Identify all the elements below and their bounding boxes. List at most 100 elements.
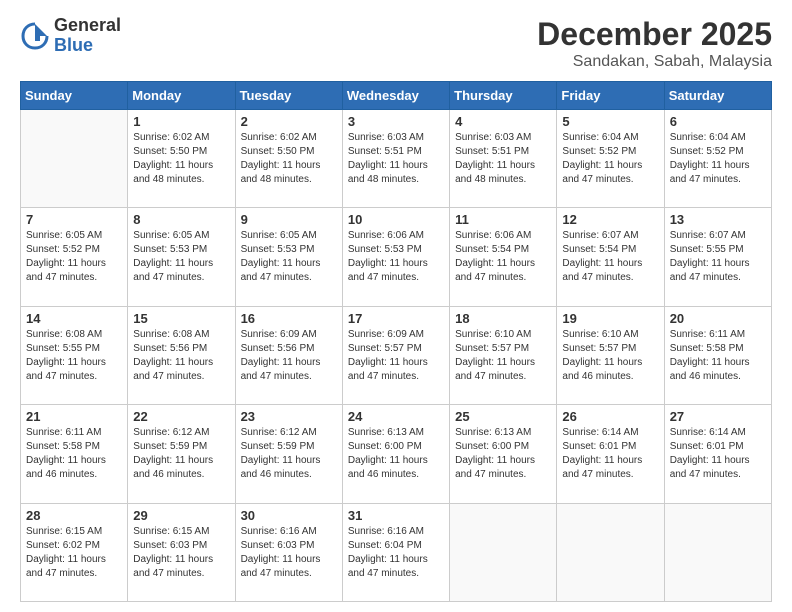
day-number: 5: [562, 114, 658, 129]
logo: General Blue: [20, 16, 121, 56]
calendar-cell: 10 Sunrise: 6:06 AM Sunset: 5:53 PM Dayli…: [342, 208, 449, 306]
calendar-cell: 11 Sunrise: 6:06 AM Sunset: 5:54 PM Dayli…: [450, 208, 557, 306]
calendar-cell: 17 Sunrise: 6:09 AM Sunset: 5:57 PM Dayli…: [342, 306, 449, 404]
calendar-cell: 22 Sunrise: 6:12 AM Sunset: 5:59 PM Dayli…: [128, 405, 235, 503]
day-header-sunday: Sunday: [21, 82, 128, 110]
logo-blue-text: Blue: [54, 36, 121, 56]
day-info: Sunrise: 6:13 AM Sunset: 6:00 PM Dayligh…: [455, 426, 551, 482]
calendar-cell: 26Sunrise: 6:14 AM Sunset: 6:01 PM Dayli…: [557, 405, 664, 503]
day-number: 3: [348, 114, 444, 129]
calendar-header-row: SundayMondayTuesdayWednesdayThursdayFrid…: [21, 82, 772, 110]
day-info: Sunrise: 6:02 AM Sunset: 5:50 PM Dayligh…: [133, 131, 229, 187]
calendar-cell: [557, 503, 664, 601]
day-info: Sunrise: 6:14 AM Sunset: 6:01 PM Dayligh…: [670, 426, 766, 482]
day-info: Sunrise: 6:04 AM Sunset: 5:52 PM Dayligh…: [562, 131, 658, 187]
day-number: 23: [241, 409, 337, 424]
day-info: Sunrise: 6:06 AM Sunset: 5:54 PM Dayligh…: [455, 229, 551, 285]
day-info: Sunrise: 6:14 AM Sunset: 6:01 PM Dayligh…: [562, 426, 658, 482]
calendar-cell: 28 Sunrise: 6:15 AM Sunset: 6:02 PM Dayli…: [21, 503, 128, 601]
calendar-cell: 12 Sunrise: 6:07 AM Sunset: 5:54 PM Dayli…: [557, 208, 664, 306]
day-number: 1: [133, 114, 229, 129]
day-number: 7: [26, 212, 122, 227]
day-info: Sunrise: 6:15 AM Sunset: 6:03 PM Dayligh…: [133, 525, 229, 581]
day-number: 19: [562, 311, 658, 326]
calendar-cell: 16 Sunrise: 6:09 AM Sunset: 5:56 PM Dayli…: [235, 306, 342, 404]
day-header-thursday: Thursday: [450, 82, 557, 110]
day-number: 27: [670, 409, 766, 424]
day-info: Sunrise: 6:10 AM Sunset: 5:57 PM Dayligh…: [455, 328, 551, 384]
calendar-cell: 5 Sunrise: 6:04 AM Sunset: 5:52 PM Daylig…: [557, 110, 664, 208]
calendar-cell: 18Sunrise: 6:10 AM Sunset: 5:57 PM Dayli…: [450, 306, 557, 404]
calendar-cell: 24 Sunrise: 6:13 AM Sunset: 6:00 PM Dayli…: [342, 405, 449, 503]
page-header: General Blue December 2025 Sandakan, Sab…: [20, 16, 772, 71]
calendar-cell: 9Sunrise: 6:05 AM Sunset: 5:53 PM Daylig…: [235, 208, 342, 306]
calendar-cell: 4 Sunrise: 6:03 AM Sunset: 5:51 PM Daylig…: [450, 110, 557, 208]
calendar-week-row: 1 Sunrise: 6:02 AM Sunset: 5:50 PM Daylig…: [21, 110, 772, 208]
calendar-cell: 31 Sunrise: 6:16 AM Sunset: 6:04 PM Dayli…: [342, 503, 449, 601]
calendar-cell: 21 Sunrise: 6:11 AM Sunset: 5:58 PM Dayli…: [21, 405, 128, 503]
day-info: Sunrise: 6:10 AM Sunset: 5:57 PM Dayligh…: [562, 328, 658, 384]
day-number: 24: [348, 409, 444, 424]
day-info: Sunrise: 6:05 AM Sunset: 5:53 PM Dayligh…: [133, 229, 229, 285]
day-info: Sunrise: 6:08 AM Sunset: 5:55 PM Dayligh…: [26, 328, 122, 384]
day-number: 16: [241, 311, 337, 326]
calendar-cell: 23Sunrise: 6:12 AM Sunset: 5:59 PM Dayli…: [235, 405, 342, 503]
day-number: 11: [455, 212, 551, 227]
day-number: 15: [133, 311, 229, 326]
day-info: Sunrise: 6:09 AM Sunset: 5:56 PM Dayligh…: [241, 328, 337, 384]
day-info: Sunrise: 6:13 AM Sunset: 6:00 PM Dayligh…: [348, 426, 444, 482]
day-number: 4: [455, 114, 551, 129]
calendar-cell: 13Sunrise: 6:07 AM Sunset: 5:55 PM Dayli…: [664, 208, 771, 306]
title-area: December 2025 Sandakan, Sabah, Malaysia: [537, 16, 772, 71]
calendar-cell: 8Sunrise: 6:05 AM Sunset: 5:53 PM Daylig…: [128, 208, 235, 306]
calendar-cell: 7 Sunrise: 6:05 AM Sunset: 5:52 PM Daylig…: [21, 208, 128, 306]
day-header-tuesday: Tuesday: [235, 82, 342, 110]
day-info: Sunrise: 6:16 AM Sunset: 6:03 PM Dayligh…: [241, 525, 337, 581]
day-number: 30: [241, 508, 337, 523]
day-number: 21: [26, 409, 122, 424]
calendar-cell: 27 Sunrise: 6:14 AM Sunset: 6:01 PM Dayli…: [664, 405, 771, 503]
day-number: 6: [670, 114, 766, 129]
day-number: 29: [133, 508, 229, 523]
day-info: Sunrise: 6:09 AM Sunset: 5:57 PM Dayligh…: [348, 328, 444, 384]
day-info: Sunrise: 6:06 AM Sunset: 5:53 PM Dayligh…: [348, 229, 444, 285]
calendar-cell: 29 Sunrise: 6:15 AM Sunset: 6:03 PM Dayli…: [128, 503, 235, 601]
day-number: 22: [133, 409, 229, 424]
calendar-table: SundayMondayTuesdayWednesdayThursdayFrid…: [20, 81, 772, 602]
day-number: 17: [348, 311, 444, 326]
day-number: 25: [455, 409, 551, 424]
calendar-week-row: 28 Sunrise: 6:15 AM Sunset: 6:02 PM Dayli…: [21, 503, 772, 601]
calendar-cell: 2 Sunrise: 6:02 AM Sunset: 5:50 PM Daylig…: [235, 110, 342, 208]
day-info: Sunrise: 6:07 AM Sunset: 5:54 PM Dayligh…: [562, 229, 658, 285]
day-number: 12: [562, 212, 658, 227]
calendar-cell: [450, 503, 557, 601]
day-header-monday: Monday: [128, 82, 235, 110]
calendar-cell: 6Sunrise: 6:04 AM Sunset: 5:52 PM Daylig…: [664, 110, 771, 208]
day-number: 2: [241, 114, 337, 129]
calendar-cell: 19 Sunrise: 6:10 AM Sunset: 5:57 PM Dayli…: [557, 306, 664, 404]
day-info: Sunrise: 6:02 AM Sunset: 5:50 PM Dayligh…: [241, 131, 337, 187]
day-number: 28: [26, 508, 122, 523]
day-header-saturday: Saturday: [664, 82, 771, 110]
day-info: Sunrise: 6:05 AM Sunset: 5:52 PM Dayligh…: [26, 229, 122, 285]
day-info: Sunrise: 6:12 AM Sunset: 5:59 PM Dayligh…: [133, 426, 229, 482]
day-number: 31: [348, 508, 444, 523]
day-info: Sunrise: 6:11 AM Sunset: 5:58 PM Dayligh…: [26, 426, 122, 482]
calendar-cell: 14Sunrise: 6:08 AM Sunset: 5:55 PM Dayli…: [21, 306, 128, 404]
day-info: Sunrise: 6:15 AM Sunset: 6:02 PM Dayligh…: [26, 525, 122, 581]
main-title: December 2025: [537, 16, 772, 53]
day-info: Sunrise: 6:08 AM Sunset: 5:56 PM Dayligh…: [133, 328, 229, 384]
day-info: Sunrise: 6:03 AM Sunset: 5:51 PM Dayligh…: [348, 131, 444, 187]
day-info: Sunrise: 6:03 AM Sunset: 5:51 PM Dayligh…: [455, 131, 551, 187]
calendar-cell: [21, 110, 128, 208]
day-number: 9: [241, 212, 337, 227]
day-number: 10: [348, 212, 444, 227]
day-number: 13: [670, 212, 766, 227]
day-header-friday: Friday: [557, 82, 664, 110]
calendar-week-row: 7 Sunrise: 6:05 AM Sunset: 5:52 PM Daylig…: [21, 208, 772, 306]
day-info: Sunrise: 6:16 AM Sunset: 6:04 PM Dayligh…: [348, 525, 444, 581]
calendar-cell: 20Sunrise: 6:11 AM Sunset: 5:58 PM Dayli…: [664, 306, 771, 404]
calendar-cell: 25 Sunrise: 6:13 AM Sunset: 6:00 PM Dayli…: [450, 405, 557, 503]
day-header-wednesday: Wednesday: [342, 82, 449, 110]
logo-icon: [20, 21, 50, 51]
